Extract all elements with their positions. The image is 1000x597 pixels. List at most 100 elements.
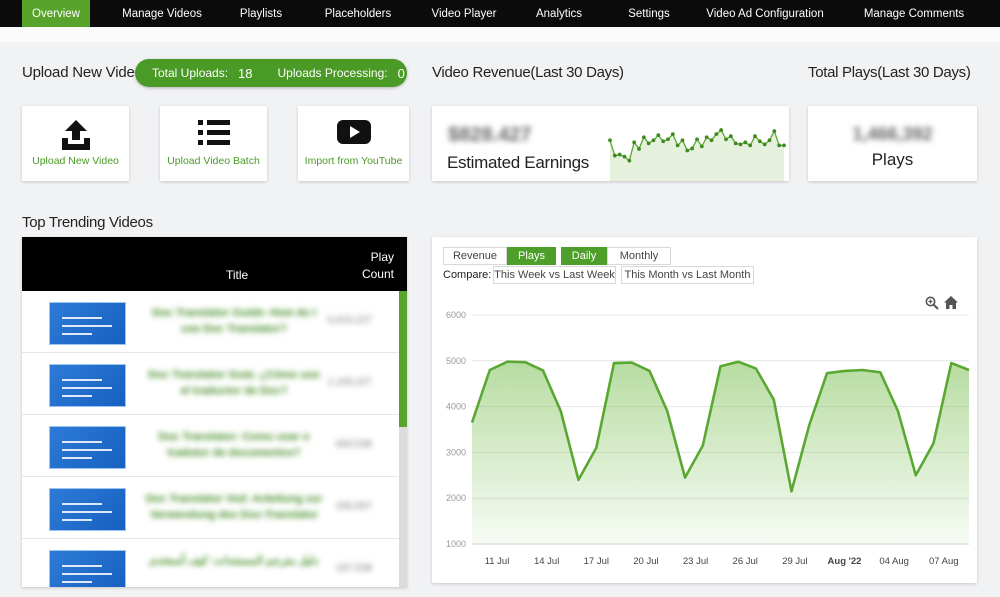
y-tick-label: 1000 [446, 539, 466, 549]
sparkline-point [719, 128, 724, 132]
column-header-title[interactable]: Title [226, 268, 248, 282]
compare-week-button[interactable]: This Week vs Last Week [493, 266, 616, 284]
trending-row[interactable]: Doc Translator Guide: How do I use Doc T… [22, 291, 399, 353]
video-title[interactable]: Doc Translator Guía: ¿Cómo uso el traduc… [144, 367, 324, 399]
tab-playlists[interactable]: Playlists [236, 0, 286, 27]
video-title[interactable]: Doc Translator: Como usar o tradutor de … [144, 429, 324, 461]
sparkline-point [767, 138, 772, 143]
y-tick-label: 6000 [446, 310, 466, 320]
tab-settings[interactable]: Settings [627, 0, 671, 27]
uploads-processing-label: Uploads Processing: [277, 66, 388, 80]
x-tick-label: Aug '22 [828, 556, 862, 567]
sparkline-point [753, 134, 757, 139]
video-thumbnail[interactable] [49, 488, 126, 531]
video-title[interactable]: Doc Translator Guide: How do I use Doc T… [144, 305, 324, 337]
daily-period-button[interactable]: Daily [561, 247, 607, 265]
total-uploads-label: Total Uploads: [152, 66, 229, 80]
sparkline-point [666, 137, 670, 142]
revenue-sparkline [608, 128, 786, 181]
revenue-label: Estimated Earnings [447, 153, 590, 172]
trending-table: Title Play Count Doc Translator Guide: H… [22, 237, 407, 587]
sparkline-point [738, 142, 743, 147]
sparkline-point [772, 129, 777, 133]
sparkline-point [699, 144, 704, 149]
x-tick-label: 26 Jul [733, 556, 758, 567]
tab-overview[interactable]: Overview [22, 0, 90, 27]
sparkline-point [612, 153, 617, 158]
tab-manage-comments[interactable]: Manage Comments [864, 0, 964, 27]
upload-new-video-button[interactable]: Upload New Video [22, 106, 129, 181]
video-thumbnail[interactable] [49, 550, 126, 587]
trending-row[interactable]: Doc Translator: Como usar o tradutor de … [22, 415, 399, 477]
youtube-icon [336, 120, 371, 149]
trending-table-header: Title Play Count [22, 237, 407, 291]
sparkline-point [651, 138, 656, 143]
sparkline-point [637, 147, 641, 151]
sparkline-point [690, 146, 695, 151]
revenue-amount: $828.427 [448, 124, 532, 146]
import-from-youtube-label: Import from YouTube [304, 155, 403, 167]
sparkline-point [733, 141, 738, 146]
tab-video-player[interactable]: Video Player [431, 0, 497, 27]
video-thumbnail[interactable] [49, 364, 126, 407]
y-tick-label: 3000 [446, 447, 466, 457]
upload-new-video-label: Upload New Video [32, 155, 119, 167]
x-tick-label: 14 Jul [534, 556, 559, 567]
sparkline-point [641, 135, 646, 140]
x-tick-label: 20 Jul [633, 556, 658, 567]
sparkline-point [622, 154, 627, 159]
nav-spacer [0, 27, 1000, 42]
compare-label: Compare: [443, 269, 492, 281]
sparkline-point [646, 141, 651, 146]
tab-video-ad-configuration[interactable]: Video Ad Configuration [706, 0, 823, 27]
video-play-count: 197,538 [335, 563, 372, 574]
sparkline-point [714, 132, 719, 137]
sparkline-point [608, 138, 612, 143]
x-tick-label: 04 Aug [879, 556, 909, 567]
sparkline-point [627, 158, 632, 163]
monthly-period-button[interactable]: Monthly [607, 247, 671, 265]
sparkline-point [728, 134, 733, 139]
column-header-play-count[interactable]: Play Count [350, 249, 394, 283]
trending-row[interactable]: Doc Translator Vod: Anleitung zur Verwen… [22, 477, 399, 539]
tab-manage-videos[interactable]: Manage Videos [115, 0, 209, 27]
plays-card: 1,466,392 Plays [808, 106, 977, 181]
sparkline-point [661, 139, 666, 144]
sparkline-point [782, 143, 786, 148]
sparkline-point [695, 137, 699, 142]
video-thumbnail[interactable] [49, 426, 126, 469]
sparkline-point [762, 142, 767, 147]
upload-video-batch-button[interactable]: Upload Video Batch [160, 106, 267, 181]
sparkline-point [748, 143, 753, 148]
upload-icon [61, 120, 90, 155]
trending-row[interactable]: Doc Translator Guía: ¿Cómo uso el traduc… [22, 353, 399, 415]
tab-placeholders[interactable]: Placeholders [325, 0, 391, 27]
video-thumbnail[interactable] [49, 302, 126, 345]
revenue-metric-button[interactable]: Revenue [443, 247, 507, 265]
tab-analytics[interactable]: Analytics [535, 0, 583, 27]
sparkline-point [680, 138, 685, 143]
plays-label: Plays [871, 150, 914, 169]
scrollbar-thumb[interactable] [399, 291, 407, 427]
top-navigation: Overview Manage Videos Playlists Placeho… [0, 0, 1000, 27]
x-tick-label: 23 Jul [683, 556, 708, 567]
revenue-section-title: Video Revenue(Last 30 Days) [432, 64, 624, 81]
trending-section-title: Top Trending Videos [22, 214, 153, 231]
x-tick-label: 07 Aug [929, 556, 959, 567]
video-title[interactable]: Doc Translator Vod: Anleitung zur Verwen… [144, 491, 324, 523]
trending-row[interactable]: دليل مترجم المستندات: كيف أستخدم 197,538 [22, 539, 399, 587]
sparkline-point [632, 140, 637, 145]
upload-section-title: Upload New Videos [22, 64, 151, 81]
plays-chart-panel: Revenue Plays Daily Monthly Compare: Thi… [432, 237, 977, 583]
video-play-count: 265,657 [335, 501, 372, 512]
video-title[interactable]: دليل مترجم المستندات: كيف أستخدم [144, 553, 324, 569]
upload-video-batch-label: Upload Video Batch [167, 155, 260, 167]
plays-metric-button[interactable]: Plays [507, 247, 556, 265]
import-from-youtube-button[interactable]: Import from YouTube [298, 106, 409, 181]
sparkline-point [743, 140, 748, 145]
list-icon [197, 120, 230, 151]
compare-month-button[interactable]: This Month vs Last Month [621, 266, 754, 284]
total-uploads-value: 18 [238, 65, 253, 81]
sparkline-point [685, 148, 690, 153]
sparkline-point [656, 133, 661, 138]
